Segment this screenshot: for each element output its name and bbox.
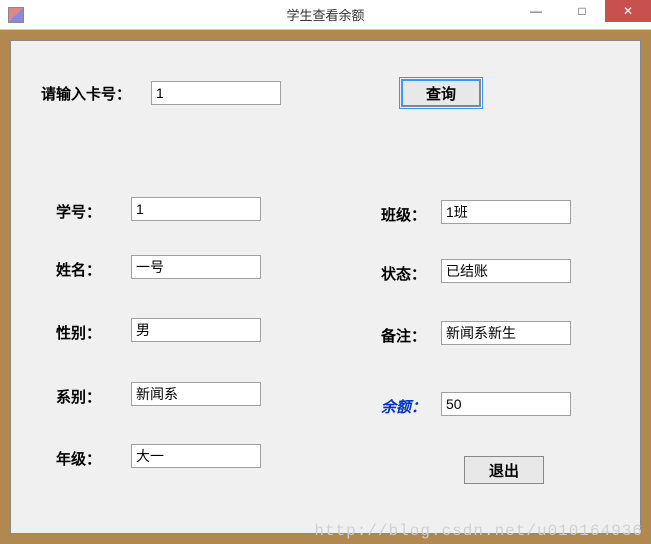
app-icon [8, 7, 24, 23]
balance-label: 余额： [381, 396, 426, 417]
balance-field[interactable] [441, 392, 571, 416]
remark-field[interactable] [441, 321, 571, 345]
window-buttons: — □ ✕ [513, 0, 651, 22]
gender-field[interactable] [131, 318, 261, 342]
status-field[interactable] [441, 259, 571, 283]
gender-label: 性别： [56, 322, 101, 343]
grade-label: 年级： [56, 448, 101, 469]
department-label: 系别： [56, 386, 101, 407]
titlebar: 学生查看余额 — □ ✕ [0, 0, 651, 30]
name-field[interactable] [131, 255, 261, 279]
grade-field[interactable] [131, 444, 261, 468]
close-button[interactable]: ✕ [605, 0, 651, 22]
minimize-button[interactable]: — [513, 0, 559, 22]
class-field[interactable] [441, 200, 571, 224]
class-label: 班级： [381, 204, 426, 225]
query-button[interactable]: 查询 [401, 79, 481, 107]
maximize-button[interactable]: □ [559, 0, 605, 22]
name-label: 姓名： [56, 259, 101, 280]
student-id-field[interactable] [131, 197, 261, 221]
card-number-input[interactable] [151, 81, 281, 105]
card-number-label: 请输入卡号： [41, 83, 131, 104]
form-panel: 请输入卡号： 查询 学号： 姓名： 性别： 系别： 年级： 班级： 状态： 备注… [10, 40, 641, 534]
status-label: 状态： [381, 263, 426, 284]
exit-button[interactable]: 退出 [464, 456, 544, 484]
department-field[interactable] [131, 382, 261, 406]
student-id-label: 学号： [56, 201, 101, 222]
watermark-text: http://blog.csdn.net/u010164936 [314, 522, 643, 540]
remark-label: 备注： [381, 325, 426, 346]
